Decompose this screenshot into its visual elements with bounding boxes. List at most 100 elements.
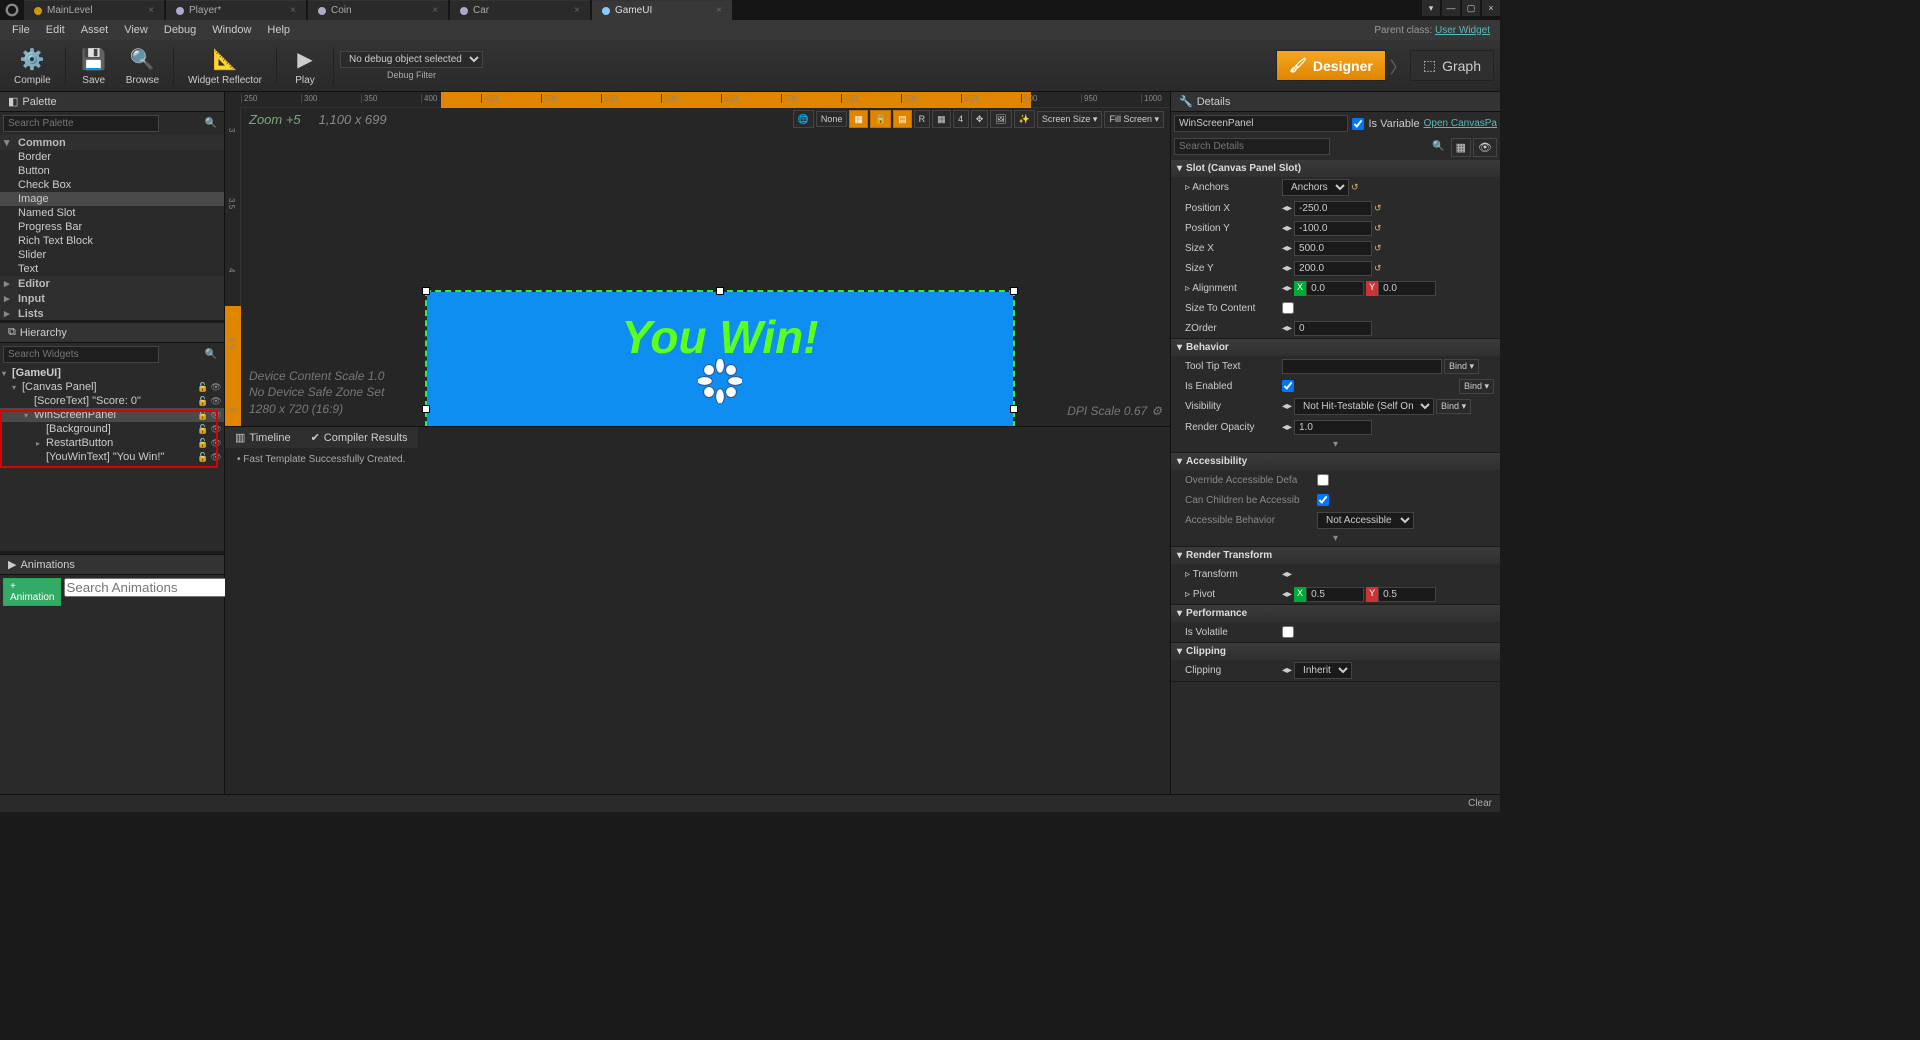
hier-youwintext[interactable]: [YouWinText] "You Win!"🔓👁 — [0, 450, 224, 464]
palette-item-namedslot[interactable]: Named Slot — [0, 206, 224, 220]
position-y-input[interactable] — [1294, 221, 1372, 236]
animations-panel-tab[interactable]: ▶Animations — [0, 554, 224, 575]
alignment-x-input[interactable] — [1306, 281, 1364, 296]
grid-size[interactable]: 4 — [953, 110, 969, 128]
palette-item-button[interactable]: Button — [0, 164, 224, 178]
fx-toggle[interactable]: ✨ — [1014, 110, 1035, 128]
hierarchy-panel-tab[interactable]: ⧉Hierarchy — [0, 323, 224, 343]
tooltip-input[interactable] — [1282, 359, 1442, 374]
close-icon[interactable]: × — [574, 5, 580, 16]
size-x-input[interactable] — [1294, 241, 1372, 256]
hier-background[interactable]: [Background]🔓👁 — [0, 422, 224, 436]
none-combo[interactable]: None — [816, 111, 848, 127]
parent-class-link[interactable]: User Widget — [1435, 25, 1490, 36]
is-volatile-checkbox[interactable] — [1282, 626, 1294, 638]
animation-search-input[interactable] — [64, 578, 245, 597]
section-clipping[interactable]: ▾Clipping — [1171, 643, 1500, 660]
palette-item-checkbox[interactable]: Check Box — [0, 178, 224, 192]
close-icon[interactable]: × — [148, 5, 154, 16]
expand-arrow-icon[interactable]: ▾ — [1171, 531, 1500, 546]
grid-toggle[interactable]: ▦ — [932, 110, 951, 128]
tab-compiler-results[interactable]: ✔Compiler Results — [301, 427, 418, 448]
lock-icon[interactable]: 🔓 — [197, 382, 209, 393]
visibility-combo[interactable]: Not Hit-Testable (Self Only) — [1294, 398, 1434, 415]
eye-icon[interactable]: 👁 — [210, 452, 222, 463]
hier-restartbutton[interactable]: ▸RestartButton🔓👁 — [0, 436, 224, 450]
snap-toggle[interactable]: ✥ — [971, 110, 989, 128]
lock-icon[interactable]: 🔓 — [197, 424, 209, 435]
gear-icon[interactable]: ⚙ — [1151, 404, 1162, 418]
palette-item-text[interactable]: Text — [0, 262, 224, 276]
menu-window[interactable]: Window — [204, 22, 259, 38]
section-performance[interactable]: ▾Performance — [1171, 605, 1500, 622]
widget-reflector-button[interactable]: 📐Widget Reflector — [180, 44, 270, 88]
screen-size-combo[interactable]: Screen Size ▾ — [1037, 111, 1103, 128]
palette-item-richtext[interactable]: Rich Text Block — [0, 234, 224, 248]
bind-button[interactable]: Bind ▾ — [1444, 359, 1479, 374]
graph-mode-button[interactable]: ⬚Graph — [1410, 50, 1494, 81]
reset-icon[interactable]: ↺ — [1374, 263, 1386, 274]
section-render-transform[interactable]: ▾Render Transform — [1171, 547, 1500, 564]
menu-file[interactable]: File — [4, 22, 38, 38]
zorder-input[interactable] — [1294, 321, 1372, 336]
spinner-icon[interactable]: ◂▸ — [1282, 665, 1292, 676]
details-eye-icon[interactable]: 👁 — [1473, 138, 1497, 157]
reset-icon[interactable]: ↺ — [1374, 223, 1386, 234]
clipping-combo[interactable]: Inherit — [1294, 662, 1352, 679]
clear-button[interactable]: Clear — [1468, 798, 1492, 809]
spinner-icon[interactable]: ◂▸ — [1282, 323, 1292, 334]
close-icon[interactable]: × — [432, 5, 438, 16]
spinner-icon[interactable]: ◂▸ — [1282, 203, 1292, 214]
details-panel-tab[interactable]: 🔧Details — [1171, 92, 1500, 112]
menu-view[interactable]: View — [116, 22, 156, 38]
lock-icon[interactable]: 🔓 — [197, 396, 209, 407]
palette-item-slider[interactable]: Slider — [0, 248, 224, 262]
is-variable-checkbox[interactable] — [1352, 118, 1364, 130]
compile-button[interactable]: ⚙️Compile — [6, 44, 59, 88]
close-icon[interactable]: × — [716, 5, 722, 16]
palette-panel-tab[interactable]: ◧Palette — [0, 92, 224, 112]
pic-toggle[interactable]: 🖼 — [990, 110, 1011, 128]
lock-icon[interactable]: 🔓 — [197, 410, 209, 421]
eye-icon[interactable]: 👁 — [210, 410, 222, 421]
palette-cat-editor[interactable]: ▸Editor — [0, 276, 224, 291]
expand-arrow-icon[interactable]: ▾ — [1171, 437, 1500, 452]
menu-debug[interactable]: Debug — [156, 22, 204, 38]
section-behavior[interactable]: ▾Behavior — [1171, 339, 1500, 356]
play-button[interactable]: ▶Play — [283, 44, 327, 88]
hier-scoretext[interactable]: [ScoreText] "Score: 0"🔓👁 — [0, 394, 224, 408]
section-slot[interactable]: ▾Slot (Canvas Panel Slot) — [1171, 160, 1500, 177]
tab-player[interactable]: Player*× — [166, 0, 306, 20]
palette-item-image[interactable]: Image — [0, 192, 224, 206]
maximize-icon[interactable]: ▢ — [1462, 0, 1480, 16]
menu-help[interactable]: Help — [259, 22, 298, 38]
respect-locks-toggle[interactable]: R — [914, 110, 931, 128]
designer-mode-button[interactable]: 🖌Designer — [1276, 50, 1386, 81]
win-screen-panel-preview[interactable]: You Win! Restart — [425, 290, 1015, 426]
size-to-content-checkbox[interactable] — [1282, 302, 1294, 314]
spinner-icon[interactable]: ◂▸ — [1282, 263, 1292, 274]
palette-item-progressbar[interactable]: Progress Bar — [0, 220, 224, 234]
spinner-icon[interactable]: ◂▸ — [1282, 569, 1292, 580]
eye-icon[interactable]: 👁 — [210, 424, 222, 435]
minimize-icon[interactable]: — — [1442, 0, 1460, 16]
eye-icon[interactable]: 👁 — [210, 382, 222, 393]
menu-edit[interactable]: Edit — [38, 22, 73, 38]
section-accessibility[interactable]: ▾Accessibility — [1171, 453, 1500, 470]
spinner-icon[interactable]: ◂▸ — [1282, 589, 1292, 600]
close-window-icon[interactable]: × — [1482, 0, 1500, 16]
palette-search-input[interactable] — [3, 115, 159, 132]
bind-button[interactable]: Bind ▾ — [1436, 399, 1471, 414]
tab-gameui[interactable]: GameUI× — [592, 0, 732, 20]
hier-root[interactable]: ▾[GameUI] — [0, 366, 224, 380]
dropdown-icon[interactable]: ▾ — [1422, 0, 1440, 16]
size-y-input[interactable] — [1294, 261, 1372, 276]
palette-cat-input[interactable]: ▸Input — [0, 291, 224, 306]
position-x-input[interactable] — [1294, 201, 1372, 216]
fill-screen-combo[interactable]: Fill Screen ▾ — [1104, 111, 1164, 128]
eye-icon[interactable]: 👁 — [210, 438, 222, 449]
render-opacity-input[interactable] — [1294, 420, 1372, 435]
anchors-combo[interactable]: Anchors — [1282, 179, 1349, 196]
spinner-icon[interactable]: ◂▸ — [1282, 223, 1292, 234]
outline-toggle[interactable]: ▦ — [849, 110, 868, 128]
